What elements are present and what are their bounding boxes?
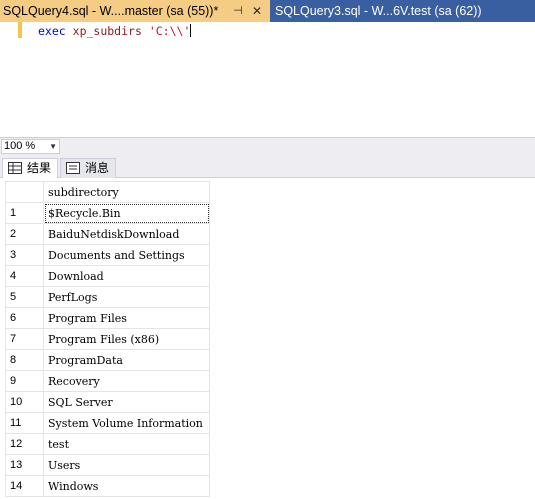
table-row[interactable]: 4 Download xyxy=(5,265,210,287)
zoom-dropdown[interactable]: 100 % ▼ xyxy=(1,139,60,154)
close-icon[interactable]: ✕ xyxy=(250,0,264,22)
procedure-name: xp_subdirs xyxy=(72,24,142,38)
table-row[interactable]: 12 test xyxy=(5,433,210,455)
table-row[interactable]: 3 Documents and Settings xyxy=(5,244,210,266)
row-number[interactable]: 12 xyxy=(5,433,44,455)
tab-messages[interactable]: 消息 xyxy=(60,158,116,178)
results-grid: subdirectory 1 $Recycle.Bin 2 BaiduNetdiskD… xyxy=(5,181,210,497)
table-row[interactable]: 14 Windows xyxy=(5,475,210,497)
cell-subdirectory[interactable]: $Recycle.Bin xyxy=(43,202,210,224)
cell-subdirectory[interactable]: Users xyxy=(43,454,210,476)
row-number[interactable]: 9 xyxy=(5,370,44,392)
keyword-exec: exec xyxy=(38,24,66,38)
tab-results[interactable]: 结果 xyxy=(2,158,58,179)
table-row[interactable]: 11 System Volume Information xyxy=(5,412,210,434)
query-editor[interactable]: exec xp_subdirs 'C:\\' xyxy=(0,22,535,137)
cell-subdirectory[interactable]: Documents and Settings xyxy=(43,244,210,266)
row-number[interactable]: 3 xyxy=(5,244,44,266)
cell-subdirectory[interactable]: ProgramData xyxy=(43,349,210,371)
table-row[interactable]: 6 Program Files xyxy=(5,307,210,329)
text-caret xyxy=(190,24,192,37)
cell-subdirectory[interactable]: Recovery xyxy=(43,370,210,392)
cell-subdirectory[interactable]: Program Files xyxy=(43,307,210,329)
cell-subdirectory[interactable]: test xyxy=(43,433,210,455)
row-number[interactable]: 11 xyxy=(5,412,44,434)
table-row[interactable]: 10 SQL Server xyxy=(5,391,210,413)
document-tab-strip: SQLQuery4.sql - W....master (sa (55))* ⊣… xyxy=(0,0,535,22)
cell-subdirectory[interactable]: Program Files (x86) xyxy=(43,328,210,350)
cell-subdirectory[interactable]: BaiduNetdiskDownload xyxy=(43,223,210,245)
grid-corner[interactable] xyxy=(5,181,44,203)
table-row[interactable]: 13 Users xyxy=(5,454,210,476)
row-number[interactable]: 8 xyxy=(5,349,44,371)
tab-messages-label: 消息 xyxy=(85,161,110,175)
zoom-value: 100 % xyxy=(4,140,36,152)
cell-subdirectory[interactable]: Download xyxy=(43,265,210,287)
zoom-bar: 100 % ▼ xyxy=(0,137,535,155)
chevron-down-icon: ▼ xyxy=(49,142,57,151)
row-number[interactable]: 10 xyxy=(5,391,44,413)
pin-icon[interactable]: ⊣ xyxy=(231,0,245,22)
string-argument: 'C:\\' xyxy=(148,24,191,38)
row-number[interactable]: 5 xyxy=(5,286,44,308)
table-row[interactable]: 2 BaiduNetdiskDownload xyxy=(5,223,210,245)
row-number[interactable]: 2 xyxy=(5,223,44,245)
tab-title: SQLQuery4.sql - W....master (sa (55))* xyxy=(3,4,219,18)
column-header-subdirectory[interactable]: subdirectory xyxy=(43,181,210,203)
change-marker xyxy=(18,22,22,38)
message-icon xyxy=(66,162,80,174)
table-row[interactable]: 5 PerfLogs xyxy=(5,286,210,308)
results-grid-area: subdirectory 1 $Recycle.Bin 2 BaiduNetdiskD… xyxy=(0,178,535,499)
row-number[interactable]: 14 xyxy=(5,475,44,497)
results-tab-strip: 结果 消息 xyxy=(0,155,535,179)
table-row[interactable]: 1 $Recycle.Bin xyxy=(5,202,210,224)
tab-sqlquery3[interactable]: SQLQuery3.sql - W...6V.test (sa (62)) xyxy=(270,0,535,22)
table-row[interactable]: 9 Recovery xyxy=(5,370,210,392)
cell-subdirectory[interactable]: Windows xyxy=(43,475,210,497)
row-number[interactable]: 7 xyxy=(5,328,44,350)
cell-subdirectory[interactable]: SQL Server xyxy=(43,391,210,413)
cell-subdirectory[interactable]: System Volume Information xyxy=(43,412,210,434)
grid-icon xyxy=(8,162,22,174)
cell-subdirectory[interactable]: PerfLogs xyxy=(43,286,210,308)
row-number[interactable]: 1 xyxy=(5,202,44,224)
tab-results-label: 结果 xyxy=(27,161,52,175)
row-number[interactable]: 6 xyxy=(5,307,44,329)
row-number[interactable]: 13 xyxy=(5,454,44,476)
tab-sqlquery4[interactable]: SQLQuery4.sql - W....master (sa (55))* xyxy=(0,0,270,22)
table-row[interactable]: 8 ProgramData xyxy=(5,349,210,371)
row-number[interactable]: 4 xyxy=(5,265,44,287)
code-line-1[interactable]: exec xp_subdirs 'C:\\' xyxy=(38,24,192,38)
table-row[interactable]: 7 Program Files (x86) xyxy=(5,328,210,350)
tab-title: SQLQuery3.sql - W...6V.test (sa (62)) xyxy=(275,4,482,18)
